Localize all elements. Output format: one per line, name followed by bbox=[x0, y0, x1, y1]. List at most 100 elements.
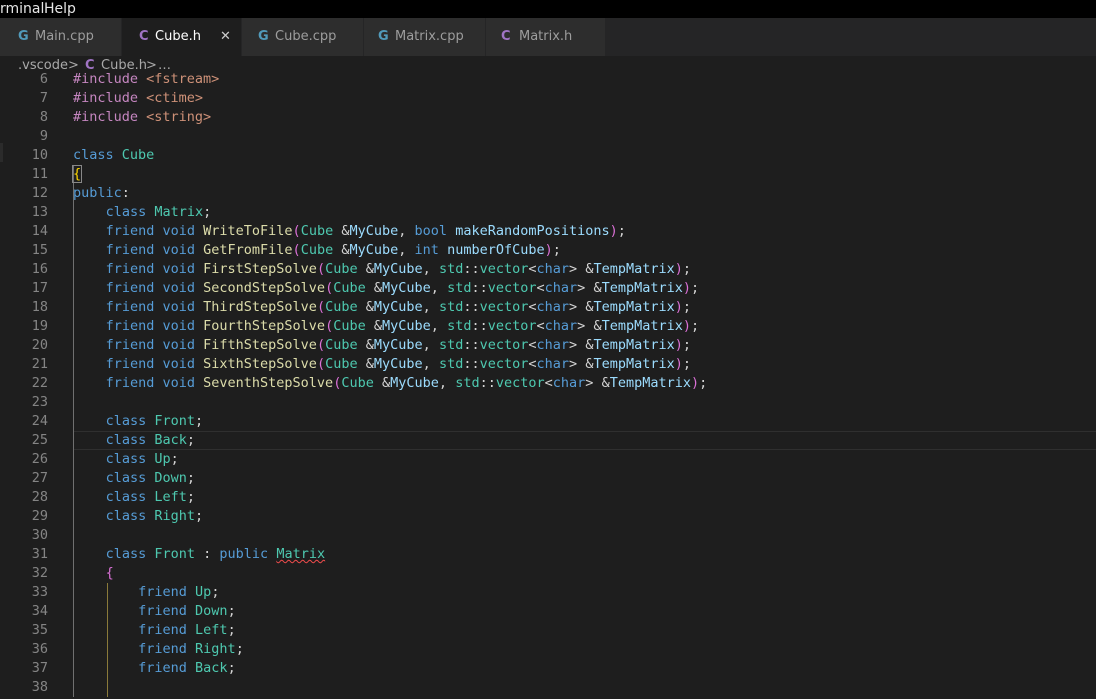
line-number: 31 bbox=[31, 546, 48, 562]
tab-label: Cube.h bbox=[155, 29, 201, 44]
line-number: 19 bbox=[31, 318, 48, 334]
code-editor[interactable]: 6 #include <fstream> 7 #include <ctime> 8 #in… bbox=[0, 70, 1096, 699]
code-text: friend Down; bbox=[138, 603, 236, 619]
menu-terminal[interactable]: rminal bbox=[0, 0, 44, 18]
code-line[interactable]: 23 bbox=[0, 393, 1096, 412]
line-number: 29 bbox=[31, 508, 48, 524]
code-line[interactable]: 24 class Front; bbox=[0, 412, 1096, 431]
indent-guide bbox=[73, 678, 74, 697]
code-line[interactable]: 15 friend void GetFromFile(Cube &MyCube,… bbox=[0, 241, 1096, 260]
code-text: #include <ctime> bbox=[73, 90, 204, 106]
tab-cube-h[interactable]: C Cube.h ✕ bbox=[122, 18, 242, 56]
line-number: 17 bbox=[31, 280, 48, 296]
code-line[interactable]: 33 friend Up; bbox=[0, 583, 1096, 602]
tab-matrix-cpp[interactable]: G Matrix.cpp bbox=[364, 18, 486, 56]
tab-label: Main.cpp bbox=[35, 29, 94, 44]
line-number: 10 bbox=[31, 147, 48, 163]
code-text: friend Up; bbox=[138, 584, 220, 600]
code-line[interactable]: 18 friend void ThirdStepSolve(Cube &MyCu… bbox=[0, 298, 1096, 317]
menu-bar: rminal Help bbox=[0, 0, 1096, 18]
editor-tab-bar: G Main.cpp C Cube.h ✕ G Cube.cpp G Matri… bbox=[0, 18, 1096, 57]
code-text: friend void FifthStepSolve(Cube &MyCube,… bbox=[105, 337, 692, 353]
line-number: 22 bbox=[31, 375, 48, 391]
line-number: 12 bbox=[31, 185, 48, 201]
tab-label: Cube.cpp bbox=[275, 29, 337, 44]
code-line[interactable]: 29 class Right; bbox=[0, 507, 1096, 526]
code-line[interactable]: 20 friend void FifthStepSolve(Cube &MyCu… bbox=[0, 336, 1096, 355]
line-number: 23 bbox=[31, 394, 48, 410]
line-number: 8 bbox=[39, 109, 48, 125]
code-line[interactable]: 21 friend void SixthStepSolve(Cube &MyCu… bbox=[0, 355, 1096, 374]
line-number: 21 bbox=[31, 356, 48, 372]
header-file-icon: C bbox=[501, 29, 511, 44]
code-line[interactable]: 10 class Cube bbox=[0, 146, 1096, 165]
code-line[interactable]: 7 #include <ctime> bbox=[0, 89, 1096, 108]
code-line[interactable]: 28 class Left; bbox=[0, 488, 1096, 507]
cpp-file-icon: G bbox=[18, 29, 29, 44]
code-line[interactable]: 6 #include <fstream> bbox=[0, 70, 1096, 89]
code-line[interactable]: 35 friend Left; bbox=[0, 621, 1096, 640]
line-number: 30 bbox=[31, 527, 48, 543]
code-line[interactable]: 8 #include <string> bbox=[0, 108, 1096, 127]
line-number: 15 bbox=[31, 242, 48, 258]
code-text: #include <string> bbox=[73, 109, 212, 125]
code-line[interactable]: 22 friend void SeventhStepSolve(Cube &My… bbox=[0, 374, 1096, 393]
line-number: 36 bbox=[31, 641, 48, 657]
line-number: 20 bbox=[31, 337, 48, 353]
line-number: 24 bbox=[31, 413, 48, 429]
tab-label: Matrix.h bbox=[519, 29, 573, 44]
code-line[interactable]: 31 class Front : public Matrix bbox=[0, 545, 1096, 564]
line-number: 26 bbox=[31, 451, 48, 467]
line-number: 6 bbox=[39, 71, 48, 87]
indent-guide bbox=[73, 526, 74, 545]
line-number: 9 bbox=[39, 128, 48, 144]
code-line[interactable]: 34 friend Down; bbox=[0, 602, 1096, 621]
menu-help[interactable]: Help bbox=[44, 0, 76, 18]
code-text: { bbox=[71, 165, 83, 183]
code-text: friend void WriteToFile(Cube &MyCube, bo… bbox=[105, 223, 626, 239]
cpp-file-icon: G bbox=[378, 29, 389, 44]
code-line[interactable]: 30 bbox=[0, 526, 1096, 545]
code-text: class Right; bbox=[105, 508, 204, 524]
code-text: class Matrix; bbox=[105, 204, 212, 220]
code-text: friend Back; bbox=[138, 660, 236, 676]
line-number: 25 bbox=[31, 432, 48, 448]
line-number: 35 bbox=[31, 622, 48, 638]
code-line[interactable]: 12 public: bbox=[0, 184, 1096, 203]
tab-main-cpp[interactable]: G Main.cpp bbox=[0, 18, 122, 56]
code-line[interactable]: 11 { bbox=[0, 165, 1096, 184]
code-line[interactable]: 9 bbox=[0, 127, 1096, 146]
code-line[interactable]: 14 friend void WriteToFile(Cube &MyCube,… bbox=[0, 222, 1096, 241]
code-text: friend Right; bbox=[138, 641, 244, 657]
code-line[interactable]: 27 class Down; bbox=[0, 469, 1096, 488]
close-icon[interactable]: ✕ bbox=[220, 18, 231, 56]
code-text: class Back; bbox=[105, 432, 195, 448]
code-line[interactable]: 17 friend void SecondStepSolve(Cube &MyC… bbox=[0, 279, 1096, 298]
header-file-icon: C bbox=[139, 29, 149, 44]
cpp-file-icon: G bbox=[258, 29, 269, 44]
tab-matrix-h[interactable]: C Matrix.h bbox=[486, 18, 606, 56]
code-line[interactable]: 19 friend void FourthStepSolve(Cube &MyC… bbox=[0, 317, 1096, 336]
code-text: friend void GetFromFile(Cube &MyCube, in… bbox=[105, 242, 561, 258]
tab-cube-cpp[interactable]: G Cube.cpp bbox=[242, 18, 364, 56]
code-line[interactable]: 26 class Up; bbox=[0, 450, 1096, 469]
code-text: #include <fstream> bbox=[73, 71, 220, 87]
line-number: 38 bbox=[31, 679, 48, 695]
code-text: friend void FirstStepSolve(Cube &MyCube,… bbox=[105, 261, 692, 277]
code-text: public: bbox=[73, 185, 130, 201]
code-line[interactable]: 37 friend Back; bbox=[0, 659, 1096, 678]
line-number: 34 bbox=[31, 603, 48, 619]
line-number: 7 bbox=[39, 90, 48, 106]
code-line[interactable]: 16 friend void FirstStepSolve(Cube &MyCu… bbox=[0, 260, 1096, 279]
code-line[interactable]: 32 { bbox=[0, 564, 1096, 583]
line-number: 32 bbox=[31, 565, 48, 581]
code-text: class Down; bbox=[105, 470, 195, 486]
code-line[interactable]: 25 class Back; bbox=[0, 431, 1096, 450]
code-text: class Cube bbox=[73, 147, 155, 163]
line-number: 18 bbox=[31, 299, 48, 315]
code-line[interactable]: 36 friend Right; bbox=[0, 640, 1096, 659]
code-line[interactable]: 38 bbox=[0, 678, 1096, 697]
code-text: class Front : public Matrix bbox=[105, 546, 326, 562]
code-text: class Front; bbox=[105, 413, 204, 429]
code-line[interactable]: 13 class Matrix; bbox=[0, 203, 1096, 222]
